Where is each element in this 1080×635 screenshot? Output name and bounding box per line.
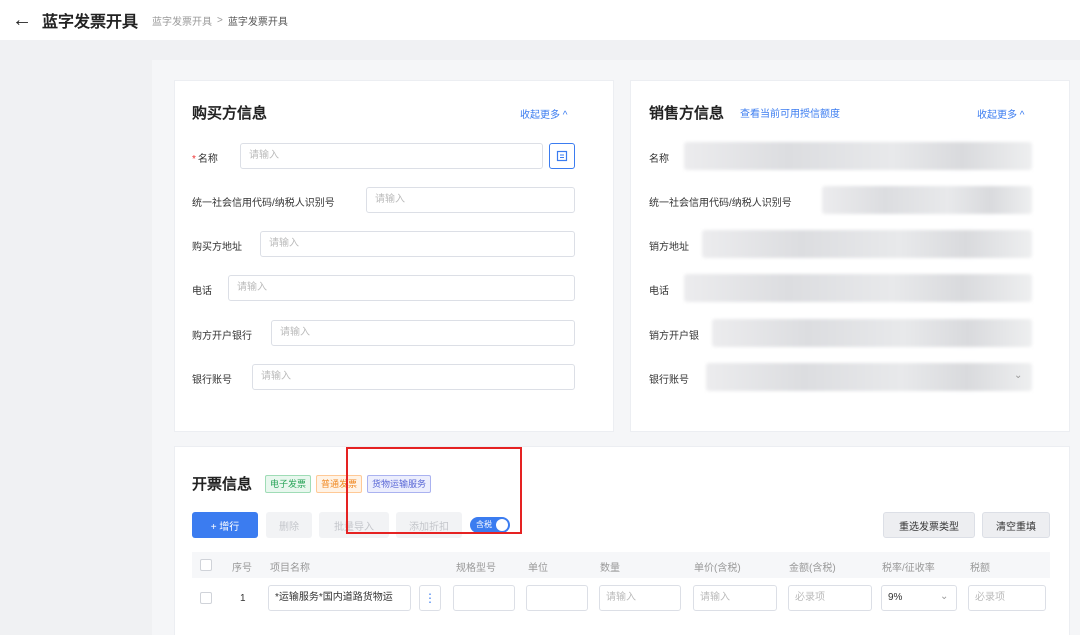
column-header-quantity: 数量 — [600, 559, 620, 574]
unit-input[interactable] — [526, 585, 588, 611]
column-header-tax-amount: 税额 — [970, 559, 990, 574]
tax-included-toggle[interactable]: 含税 — [470, 517, 510, 533]
row-index: 1 — [240, 593, 246, 604]
buyer-account-input[interactable]: 请输入 — [252, 364, 575, 390]
tax-amount-input[interactable]: 必录项 — [968, 585, 1046, 611]
seller-bank-label: 销方开户银 — [649, 327, 699, 342]
buyer-taxid-label: 统一社会信用代码/纳税人识别号 — [192, 194, 335, 209]
breadcrumb-item-current: 蓝字发票开具 — [228, 13, 288, 28]
tax-included-toggle-label: 含税 — [476, 519, 492, 530]
seller-name-label: 名称 — [649, 150, 669, 165]
row-checkbox[interactable] — [200, 592, 212, 604]
column-header-unit: 单位 — [528, 559, 548, 574]
amount-input[interactable]: 必录项 — [788, 585, 872, 611]
left-sidebar — [0, 40, 152, 635]
tag-freight-service: 货物运输服务 — [367, 475, 431, 493]
seller-info-title: 销售方信息 — [649, 102, 724, 123]
invoice-info-title: 开票信息 — [192, 473, 252, 494]
column-header-tax-rate: 税率/征收率 — [882, 559, 935, 574]
buyer-name-label: *名称 — [192, 150, 218, 165]
page-title: 蓝字发票开具 — [42, 8, 138, 32]
buyer-phone-label: 电话 — [192, 282, 212, 297]
breadcrumb-item-parent[interactable]: 蓝字发票开具 — [152, 13, 212, 28]
tag-electronic-invoice: 电子发票 — [265, 475, 311, 493]
buyer-collapse-link[interactable]: 收起更多 ^ — [520, 106, 567, 121]
seller-bank-value-redacted — [712, 319, 1032, 347]
delete-button[interactable]: 删除 — [266, 512, 312, 538]
seller-collapse-link[interactable]: 收起更多 ^ — [977, 106, 1024, 121]
tax-rate-chevron-down-icon: ⌄ — [940, 591, 948, 602]
quantity-input[interactable]: 请输入 — [599, 585, 681, 611]
buyer-phone-input[interactable]: 请输入 — [228, 275, 575, 301]
seller-phone-label: 电话 — [649, 282, 669, 297]
credit-quota-link[interactable]: 查看当前可用授信额度 — [740, 105, 840, 120]
seller-name-value-redacted — [684, 142, 1032, 170]
tag-normal-invoice: 普通发票 — [316, 475, 362, 493]
arrow-left-icon[interactable]: ← — [12, 10, 32, 30]
chevron-down-icon: ⌄ — [1014, 370, 1022, 381]
buyer-account-label: 银行账号 — [192, 371, 232, 386]
column-header-index: 序号 — [232, 559, 252, 574]
seller-address-value-redacted — [702, 230, 1032, 258]
add-discount-button[interactable]: 添加折扣 — [396, 512, 462, 538]
buyer-address-input[interactable]: 请输入 — [260, 231, 575, 257]
buyer-taxid-input[interactable]: 请输入 — [366, 187, 575, 213]
clear-refill-button[interactable]: 清空重填 — [982, 512, 1050, 538]
tax-rate-value: 9% — [888, 592, 902, 603]
add-row-button[interactable]: + 增行 — [192, 512, 258, 538]
top-bar: ← 蓝字发票开具 蓝字发票开具 > 蓝字发票开具 — [0, 0, 1080, 40]
spec-input[interactable] — [453, 585, 515, 611]
column-header-item-name: 项目名称 — [270, 559, 310, 574]
header-divider-band — [0, 40, 1080, 60]
column-header-amount: 金额(含税) — [789, 559, 836, 574]
buyer-bank-input[interactable]: 请输入 — [271, 320, 575, 346]
buyer-info-title: 购买方信息 — [192, 102, 267, 123]
breadcrumb: 蓝字发票开具 > 蓝字发票开具 — [152, 13, 288, 28]
seller-taxid-value-redacted — [822, 186, 1032, 214]
toggle-knob — [496, 519, 508, 531]
buyer-name-input[interactable]: 请输入 — [240, 143, 543, 169]
seller-phone-value-redacted — [684, 274, 1032, 302]
column-header-unit-price: 单价(含税) — [694, 559, 741, 574]
buyer-bank-label: 购方开户银行 — [192, 327, 252, 342]
seller-account-label: 银行账号 — [649, 371, 689, 386]
more-options-icon[interactable]: ⋮ — [419, 585, 441, 611]
select-all-checkbox[interactable] — [200, 559, 212, 571]
column-header-spec: 规格型号 — [456, 559, 496, 574]
buyer-address-label: 购买方地址 — [192, 238, 242, 253]
item-name-input[interactable]: *运输服务*国内道路货物运 — [268, 585, 411, 611]
unit-price-input[interactable]: 请输入 — [693, 585, 777, 611]
reselect-invoice-type-button[interactable]: 重选发票类型 — [883, 512, 975, 538]
seller-address-label: 销方地址 — [649, 238, 689, 253]
buyer-lookup-button[interactable] — [549, 143, 575, 169]
seller-account-select-redacted[interactable] — [706, 363, 1032, 391]
batch-import-button[interactable]: 批量导入 — [319, 512, 389, 538]
breadcrumb-separator: > — [217, 15, 223, 26]
seller-taxid-label: 统一社会信用代码/纳税人识别号 — [649, 194, 792, 209]
address-book-icon — [556, 150, 568, 162]
